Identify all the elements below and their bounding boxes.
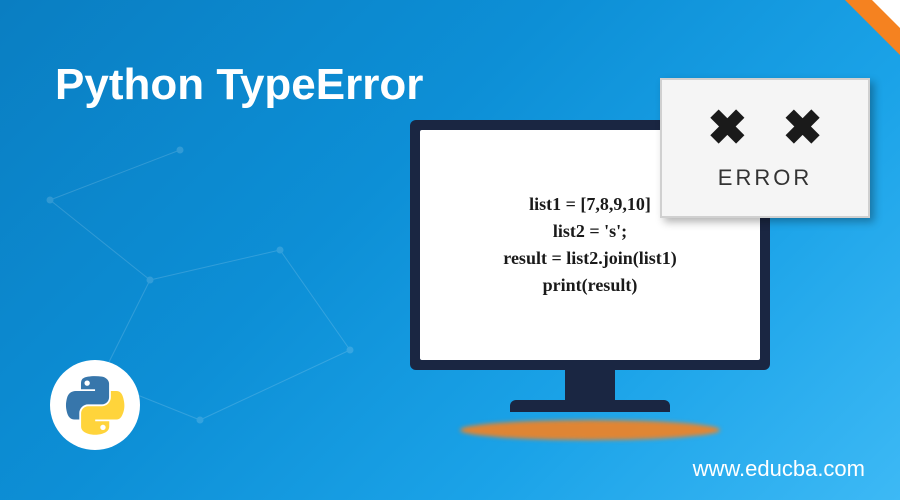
code-line: result = list2.join(list1): [503, 245, 676, 272]
monitor-neck: [565, 370, 615, 400]
error-icons-row: ✖ ✖: [707, 105, 822, 153]
error-popup: ✖ ✖ ERROR: [660, 78, 870, 218]
monitor-base: [510, 400, 670, 412]
code-line: print(result): [543, 272, 638, 299]
website-url: www.educba.com: [693, 456, 865, 482]
cross-icon: ✖: [707, 105, 747, 153]
corner-accent-white: [872, 0, 900, 28]
error-label: ERROR: [718, 165, 812, 191]
page-title: Python TypeError: [55, 60, 423, 110]
code-line: list2 = 's';: [553, 218, 627, 245]
cross-icon: ✖: [783, 105, 823, 153]
python-logo-icon: [50, 360, 140, 450]
code-line: list1 = [7,8,9,10]: [529, 191, 651, 218]
monitor-shadow: [460, 420, 720, 440]
